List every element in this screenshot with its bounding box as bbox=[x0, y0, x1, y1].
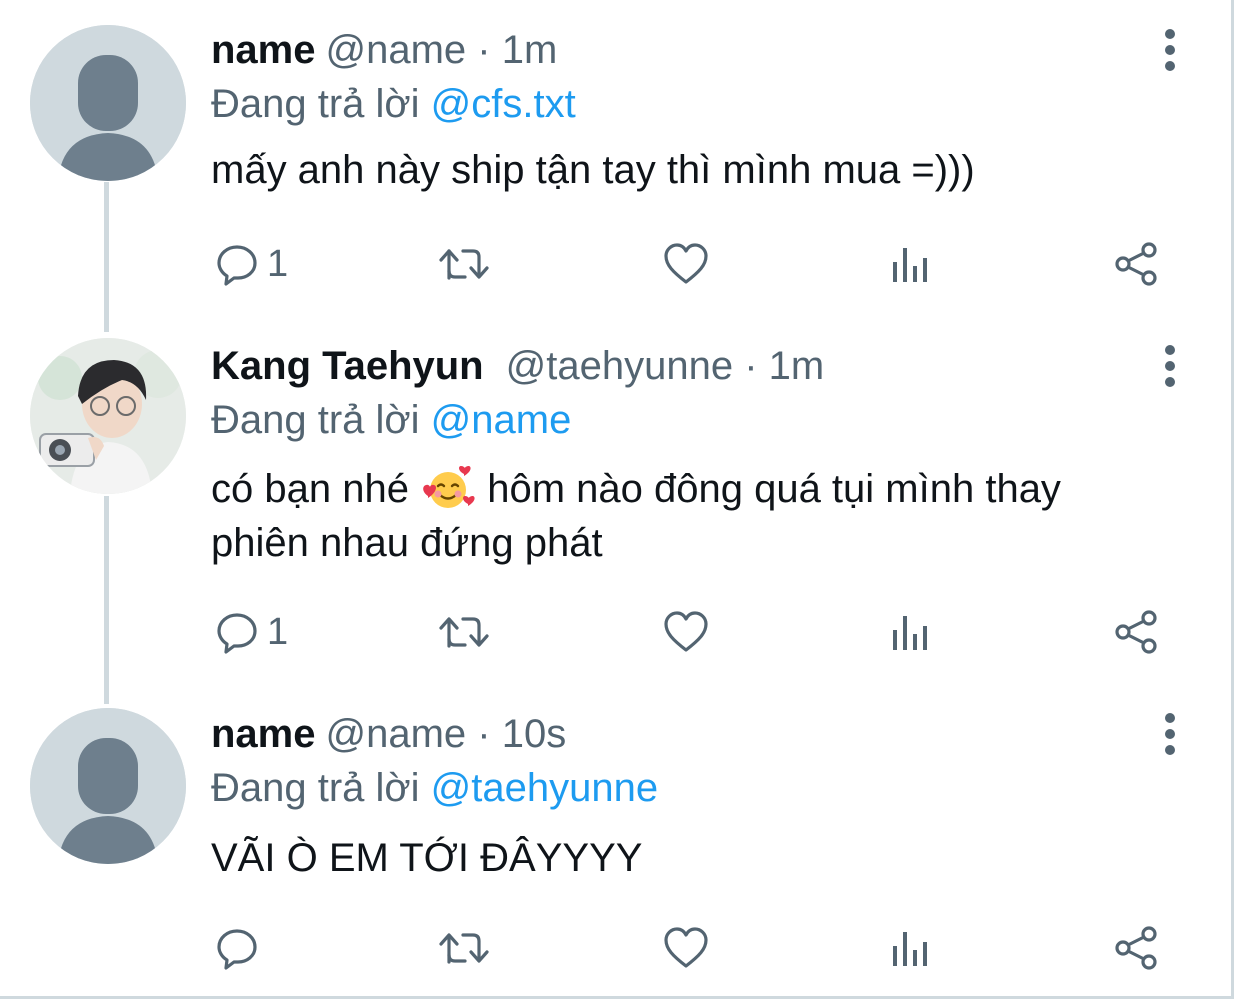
share-button[interactable] bbox=[1113, 606, 1159, 658]
replying-to: Đang trả lời @taehyunne bbox=[211, 764, 1164, 812]
tweet-actions: 1 bbox=[211, 606, 1171, 658]
replying-mention-link[interactable]: @cfs.txt bbox=[431, 82, 576, 126]
like-button[interactable] bbox=[663, 922, 709, 974]
tweet[interactable]: name @name · 10s Đang trả lời @taehyunne … bbox=[0, 690, 1234, 990]
retweet-button[interactable] bbox=[437, 606, 491, 658]
retweet-icon bbox=[439, 933, 489, 964]
share-icon bbox=[1115, 242, 1157, 286]
tweet[interactable]: Kang Taehyun @taehyunne · 1m Đang trả lời… bbox=[0, 320, 1234, 690]
share-button[interactable] bbox=[1113, 238, 1159, 290]
tweet-header: Kang Taehyun @taehyunne · 1m bbox=[211, 342, 1164, 390]
replying-to: Đang trả lời @cfs.txt bbox=[211, 80, 1164, 128]
replying-label: Đang trả lời bbox=[211, 766, 420, 810]
replying-mention-link[interactable]: @taehyunne bbox=[431, 766, 658, 810]
tweet-text: mấy anh này ship tận tay thì mình mua =)… bbox=[211, 148, 975, 192]
tweet-actions: 1 bbox=[211, 238, 1171, 290]
default-avatar-icon bbox=[30, 708, 186, 864]
replying-to: Đang trả lời @name bbox=[211, 396, 1164, 444]
tweet-text-part: có bạn nhé bbox=[211, 467, 409, 511]
user-handle[interactable]: @taehyunne bbox=[506, 344, 733, 388]
user-handle[interactable]: @name bbox=[326, 28, 467, 72]
like-icon bbox=[664, 927, 708, 968]
share-button[interactable] bbox=[1113, 922, 1159, 974]
analytics-icon bbox=[893, 616, 927, 650]
default-avatar-icon bbox=[30, 25, 186, 181]
tweet-header: name @name · 1m bbox=[211, 26, 1164, 74]
avatar[interactable] bbox=[30, 338, 186, 494]
more-options-icon[interactable] bbox=[1156, 712, 1184, 756]
tweet-text: VÃI Ò EM TỚI ĐÂYYYY bbox=[211, 836, 643, 880]
replying-label: Đang trả lời bbox=[211, 398, 420, 442]
retweet-icon bbox=[439, 617, 489, 648]
reply-icon bbox=[217, 245, 257, 286]
avatar[interactable] bbox=[30, 25, 186, 181]
analytics-icon bbox=[893, 248, 927, 282]
retweet-button[interactable] bbox=[437, 922, 491, 974]
photo-avatar-icon bbox=[30, 338, 186, 494]
retweet-icon bbox=[439, 249, 489, 280]
like-icon bbox=[664, 611, 708, 652]
reply-count: 1 bbox=[267, 610, 289, 653]
avatar[interactable] bbox=[30, 708, 186, 864]
tweet-header: name @name · 10s bbox=[211, 710, 1164, 758]
retweet-button[interactable] bbox=[437, 238, 491, 290]
reply-button[interactable]: 1 bbox=[215, 238, 288, 290]
reply-button[interactable] bbox=[215, 922, 267, 974]
share-icon bbox=[1115, 610, 1157, 654]
separator-dot: · bbox=[477, 712, 491, 756]
user-handle[interactable]: @name bbox=[326, 712, 467, 756]
like-button[interactable] bbox=[663, 238, 709, 290]
timestamp[interactable]: 1m bbox=[769, 344, 825, 388]
more-options-icon[interactable] bbox=[1156, 28, 1184, 72]
timestamp[interactable]: 10s bbox=[502, 712, 567, 756]
more-options-icon[interactable] bbox=[1156, 344, 1184, 388]
tweet-actions bbox=[211, 922, 1171, 974]
replying-label: Đang trả lời bbox=[211, 82, 420, 126]
like-button[interactable] bbox=[663, 606, 709, 658]
display-name[interactable]: Kang Taehyun bbox=[211, 344, 484, 388]
separator-dot: · bbox=[477, 28, 491, 72]
timestamp[interactable]: 1m bbox=[502, 28, 558, 72]
smiling-face-with-hearts-emoji bbox=[423, 466, 475, 508]
analytics-button[interactable] bbox=[889, 238, 933, 290]
reply-count: 1 bbox=[267, 242, 289, 285]
analytics-button[interactable] bbox=[889, 606, 933, 658]
reply-button[interactable]: 1 bbox=[215, 606, 288, 658]
separator-dot: · bbox=[744, 344, 758, 388]
tweet[interactable]: name @name · 1m Đang trả lời @cfs.txt mấy… bbox=[0, 0, 1234, 320]
replying-mention-link[interactable]: @name bbox=[431, 398, 572, 442]
analytics-icon bbox=[893, 932, 927, 966]
like-icon bbox=[664, 243, 708, 284]
analytics-button[interactable] bbox=[889, 922, 933, 974]
reply-icon bbox=[217, 613, 257, 654]
display-name[interactable]: name bbox=[211, 28, 316, 72]
tweet-text: có bạn nhé hôm nào đông quá tụi mình tha… bbox=[211, 462, 1164, 570]
share-icon bbox=[1115, 926, 1157, 970]
display-name[interactable]: name bbox=[211, 712, 316, 756]
reply-icon bbox=[217, 929, 257, 970]
